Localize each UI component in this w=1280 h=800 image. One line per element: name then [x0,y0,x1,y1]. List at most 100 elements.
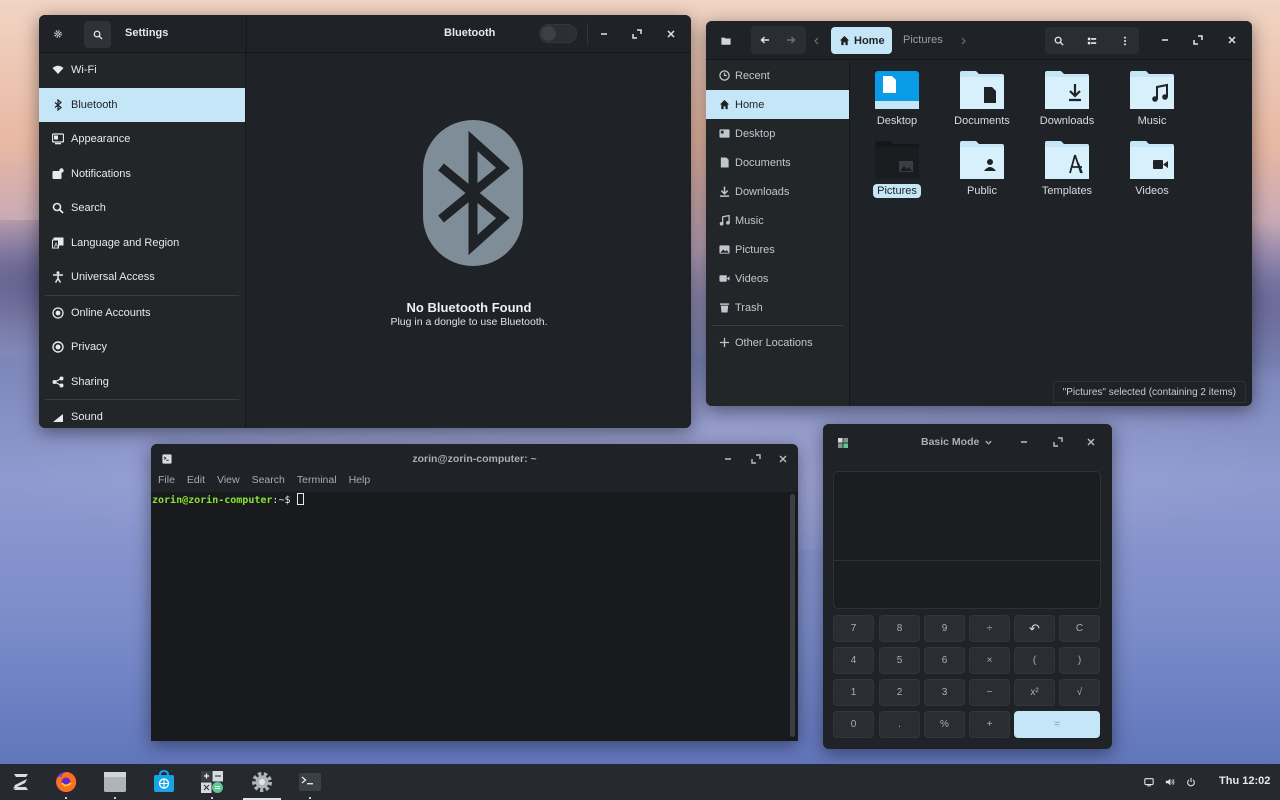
sidebar-item-recent[interactable]: Recent [706,61,849,90]
path-left-arrow[interactable] [810,30,824,52]
minimize-button[interactable] [1013,431,1035,453]
sidebar-item-documents[interactable]: Documents [706,148,849,177]
volume-tray-button[interactable] [1159,771,1181,793]
folder-public[interactable]: Public [942,141,1022,198]
zorin-menu-button[interactable] [2,764,40,800]
key-undo[interactable]: ↶ [1014,615,1055,642]
folder-desktop[interactable]: Desktop [857,71,937,128]
search-button[interactable] [1048,30,1070,52]
key-subtract[interactable]: − [969,679,1010,706]
sidebar-item-pictures[interactable]: Pictures [706,235,849,264]
folder-music[interactable]: Music [1112,71,1192,128]
folder-downloads[interactable]: Downloads [1027,71,1107,128]
sidebar-item-sharing[interactable]: Sharing [39,365,245,400]
key-open-paren[interactable]: ( [1014,647,1055,674]
close-button[interactable] [772,448,794,470]
sidebar-item-sound[interactable]: Sound [39,400,245,428]
sidebar-item-online-accounts[interactable]: Online Accounts [39,296,245,331]
path-pictures-button[interactable]: Pictures [903,34,943,46]
sidebar-item-search[interactable]: Search [39,191,245,226]
path-home-button[interactable]: Home [831,27,892,54]
bluetooth-toggle[interactable] [539,24,577,43]
key-6[interactable]: 6 [924,647,965,674]
plus-icon [718,337,730,349]
terminal-launcher[interactable] [291,764,329,800]
key-3[interactable]: 3 [924,679,965,706]
close-button[interactable] [1080,431,1102,453]
trash-icon [718,302,730,314]
key-percent[interactable]: % [924,711,965,738]
scrollbar[interactable] [790,494,795,737]
minimize-button[interactable] [1154,29,1176,51]
back-button[interactable] [754,29,776,51]
notifications-tray-button[interactable] [1138,771,1160,793]
sidebar-item-privacy[interactable]: Privacy [39,330,245,365]
files-launcher[interactable] [96,764,134,800]
sidebar-item-home[interactable]: Home [706,90,849,119]
search-button[interactable] [84,21,111,48]
close-button[interactable] [1221,29,1243,51]
calculator-launcher[interactable] [193,764,231,800]
key-close-paren[interactable]: ) [1059,647,1100,674]
key-1[interactable]: 1 [833,679,874,706]
key-4[interactable]: 4 [833,647,874,674]
key-5[interactable]: 5 [879,647,920,674]
sidebar-item-language[interactable]: A Language and Region [39,226,245,261]
key-9[interactable]: 9 [924,615,965,642]
maximize-button[interactable] [1047,431,1069,453]
menu-edit[interactable]: Edit [187,474,205,492]
sidebar-item-downloads[interactable]: Downloads [706,177,849,206]
key-divide[interactable]: ÷ [969,615,1010,642]
folder-documents[interactable]: Documents [942,71,1022,128]
sidebar-item-appearance[interactable]: Appearance [39,122,245,157]
key-equals[interactable]: = [1014,711,1100,738]
sidebar-item-videos[interactable]: Videos [706,264,849,293]
close-button[interactable] [660,23,682,45]
folder-templates[interactable]: Templates [1027,141,1107,198]
settings-launcher[interactable] [243,764,281,800]
view-toggle-button[interactable] [1081,30,1103,52]
terminal-output[interactable]: zorin@zorin-computer:~$ [151,492,798,741]
clock[interactable]: Thu 12:02 [1219,775,1270,787]
online-accounts-icon [51,306,65,320]
sidebar-item-notifications[interactable]: Notifications [39,157,245,192]
minimize-button[interactable] [593,23,615,45]
software-launcher[interactable] [145,764,183,800]
key-sqrt[interactable]: √ [1059,679,1100,706]
menu-search[interactable]: Search [252,474,285,492]
forward-button[interactable] [780,29,802,51]
sidebar-item-desktop[interactable]: Desktop [706,119,849,148]
folder-videos[interactable]: Videos [1112,141,1192,198]
key-8[interactable]: 8 [879,615,920,642]
maximize-button[interactable] [1187,29,1209,51]
key-add[interactable]: + [969,711,1010,738]
sidebar-item-other-locations[interactable]: Other Locations [706,328,849,357]
menu-button[interactable] [1114,30,1136,52]
key-square[interactable]: x² [1014,679,1055,706]
sidebar-item-universal-access[interactable]: Universal Access [39,260,245,295]
calculator-display[interactable] [833,471,1101,609]
menu-view[interactable]: View [217,474,240,492]
gear-icon[interactable] [47,23,69,45]
minimize-button[interactable] [717,448,739,470]
maximize-button[interactable] [626,23,648,45]
sidebar-item-wifi[interactable]: Wi-Fi [39,53,245,88]
maximize-button[interactable] [745,448,767,470]
mode-selector[interactable]: Basic Mode [921,436,993,448]
key-7[interactable]: 7 [833,615,874,642]
sidebar-item-music[interactable]: Music [706,206,849,235]
menu-terminal[interactable]: Terminal [297,474,337,492]
menu-file[interactable]: File [158,474,175,492]
menu-help[interactable]: Help [349,474,371,492]
key-multiply[interactable]: × [969,647,1010,674]
key-2[interactable]: 2 [879,679,920,706]
key-clear[interactable]: C [1059,615,1100,642]
path-right-arrow[interactable] [956,30,970,52]
power-tray-button[interactable] [1180,771,1202,793]
key-0[interactable]: 0 [833,711,874,738]
sidebar-item-bluetooth[interactable]: Bluetooth [39,87,245,122]
key-decimal[interactable]: . [879,711,920,738]
folder-pictures[interactable]: Pictures [857,141,937,198]
firefox-launcher[interactable] [47,764,85,800]
sidebar-item-trash[interactable]: Trash [706,293,849,322]
